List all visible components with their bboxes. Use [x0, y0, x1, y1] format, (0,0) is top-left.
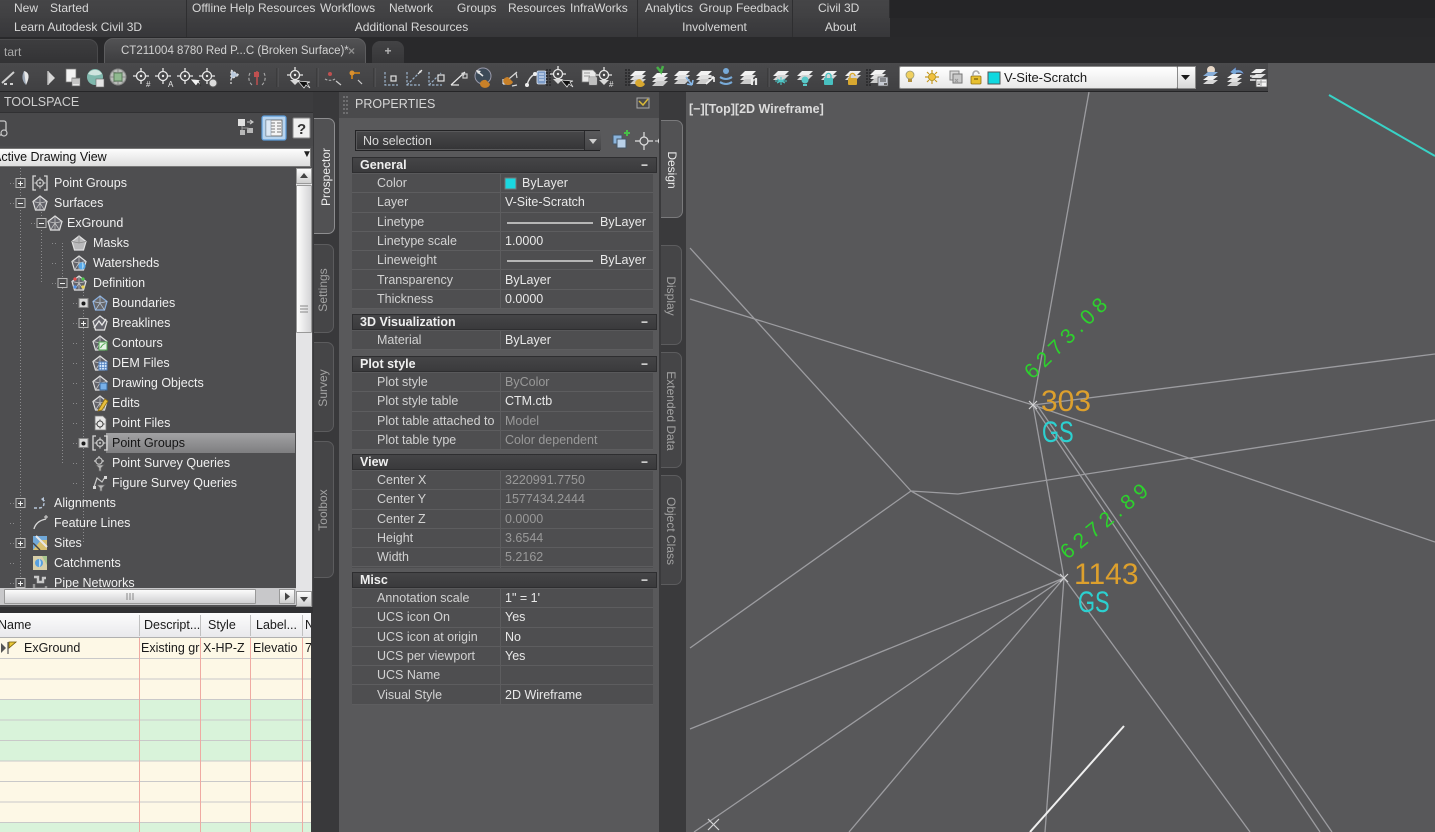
svg-text:Surfaces: Surfaces: [54, 196, 103, 210]
svg-text:Watersheds: Watersheds: [93, 256, 159, 270]
svg-text:Contours: Contours: [112, 336, 163, 350]
svg-text:Point Groups: Point Groups: [54, 176, 127, 190]
svg-text:Edits: Edits: [112, 396, 140, 410]
svg-text:#: #: [609, 80, 614, 89]
svg-text:Point Files: Point Files: [112, 416, 170, 430]
svg-text:A: A: [168, 80, 174, 89]
svg-text:Breaklines: Breaklines: [112, 316, 170, 330]
svg-text:Drawing Objects: Drawing Objects: [112, 376, 204, 390]
svg-text:ExGround: ExGround: [67, 216, 123, 230]
svg-text:Alignments: Alignments: [54, 496, 116, 510]
svg-text:Figure Survey Queries: Figure Survey Queries: [112, 476, 237, 490]
svg-text:?: ?: [297, 121, 306, 138]
svg-text:Point Survey Queries: Point Survey Queries: [112, 456, 230, 470]
svg-text:#: #: [146, 80, 151, 89]
svg-text:Masks: Masks: [93, 236, 129, 250]
svg-text:Definition: Definition: [93, 276, 145, 290]
svg-text:Feature Lines: Feature Lines: [54, 516, 130, 530]
svg-text:Boundaries: Boundaries: [112, 296, 175, 310]
svg-text:Sites: Sites: [54, 536, 82, 550]
svg-text:Point Groups: Point Groups: [112, 436, 185, 450]
svg-text:Catchments: Catchments: [54, 556, 121, 570]
svg-text:DEM Files: DEM Files: [112, 356, 170, 370]
